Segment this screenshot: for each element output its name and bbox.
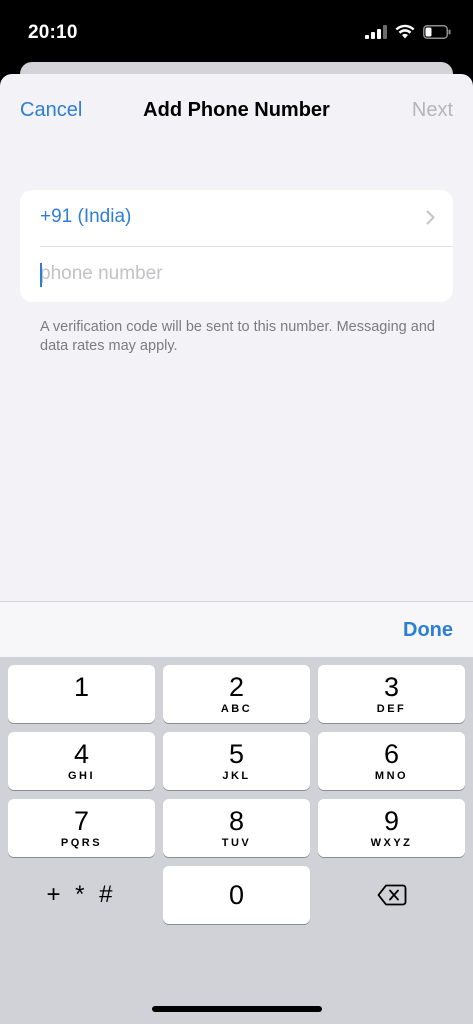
key-letters: TUV [221,837,252,849]
key-digit: 1 [73,672,90,702]
screen: 20:10 Cancel Add Phone Number Next +91 (… [0,0,473,1024]
key-letters: DEF [376,703,407,715]
status-icons [365,24,451,39]
key-1[interactable]: 1 [8,665,155,723]
text-cursor [40,263,42,287]
row-divider [40,246,453,247]
done-button[interactable]: Done [403,619,453,642]
key-letters: WXYZ [370,837,413,849]
navigation-bar: Cancel Add Phone Number Next [0,74,473,148]
key-2[interactable]: 2 ABC [163,665,310,723]
key-7[interactable]: 7 PQRS [8,799,155,857]
verification-footnote: A verification code will be sent to this… [40,319,435,354]
status-time: 20:10 [28,22,78,43]
phone-number-input[interactable] [40,248,435,300]
key-digit: 6 [383,739,400,769]
key-digit: 3 [383,672,400,702]
key-digit: 7 [73,806,90,836]
key-letters: PQRS [60,837,103,849]
key-0[interactable]: 0 [163,866,310,924]
key-letters: MNO [374,770,409,782]
key-digit: 4 [73,739,90,769]
key-letters: GHI [67,770,96,782]
battery-icon [423,24,451,39]
key-4[interactable]: 4 GHI [8,732,155,790]
country-code-value: +91 (India) [40,206,132,227]
country-code-selector[interactable]: +91 (India) [20,190,453,246]
key-8[interactable]: 8 TUV [163,799,310,857]
chevron-right-icon [426,210,435,225]
key-digit: 9 [383,806,400,836]
symbols-key[interactable]: + * # [8,866,155,924]
key-digit: 8 [228,806,245,836]
phone-form-group: +91 (India) [20,190,453,302]
keyboard-accessory-bar: Done [0,601,473,657]
delete-backspace-icon [377,884,406,906]
key-5[interactable]: 5 JKL [163,732,310,790]
key-3[interactable]: 3 DEF [318,665,465,723]
status-bar: 20:10 [0,0,473,62]
next-button[interactable]: Next [412,99,453,122]
numeric-keypad: 1 2 ABC 3 DEF 4 GHI 5 JKL 6 MNO 7 PQRS 8… [0,657,473,1024]
key-digit: 0 [228,880,245,910]
signal-icon [365,24,387,39]
key-letters: JKL [222,770,251,782]
symbols-label: + * # [46,881,117,908]
key-6[interactable]: 6 MNO [318,732,465,790]
key-digit: 5 [228,739,245,769]
key-letters: ABC [220,703,253,715]
key-digit: 2 [228,672,245,702]
page-title: Add Phone Number [143,99,330,121]
delete-key[interactable] [318,866,465,924]
key-9[interactable]: 9 WXYZ [318,799,465,857]
wifi-icon [395,24,415,39]
home-indicator[interactable] [152,1006,322,1012]
